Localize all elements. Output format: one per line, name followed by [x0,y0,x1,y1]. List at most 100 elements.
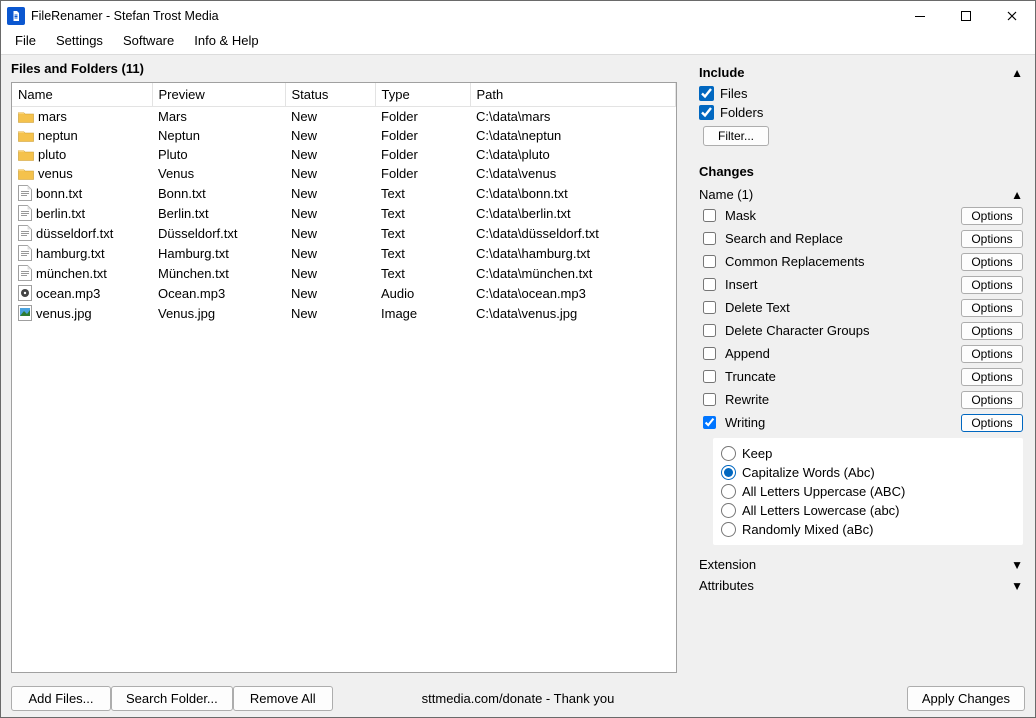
table-row[interactable]: düsseldorf.txtDüsseldorf.txtNewTextC:\da… [12,223,676,243]
options-button[interactable]: Options [961,322,1023,340]
table-row[interactable]: neptunNeptunNewFolderC:\data\neptun [12,126,676,145]
writing-radio-label: Capitalize Words (Abc) [742,465,875,480]
change-row-rewrite: RewriteOptions [699,388,1023,411]
col-status[interactable]: Status [285,83,375,107]
table-row[interactable]: berlin.txtBerlin.txtNewTextC:\data\berli… [12,203,676,223]
close-button[interactable] [989,1,1035,31]
writing-radio-label: All Letters Lowercase (abc) [742,503,900,518]
change-row-delete-character-groups: Delete Character GroupsOptions [699,319,1023,342]
file-path: C:\data\mars [470,107,676,127]
writing-radio[interactable] [721,465,736,480]
image-file-icon [18,305,32,321]
include-header[interactable]: Include ▲ [699,61,1023,84]
file-preview: München.txt [152,263,285,283]
writing-radio[interactable] [721,484,736,499]
filter-button[interactable]: Filter... [703,126,769,146]
file-type: Folder [375,145,470,164]
writing-radio[interactable] [721,522,736,537]
changes-title: Changes [699,164,754,179]
apply-changes-button[interactable]: Apply Changes [907,686,1025,711]
change-checkbox[interactable] [703,255,716,268]
change-row-truncate: Truncate Options [699,365,1023,388]
file-preview: Ocean.mp3 [152,283,285,303]
add-files-button[interactable]: Add Files... [11,686,111,711]
file-type: Text [375,203,470,223]
include-folders-checkbox[interactable] [699,105,714,120]
col-type[interactable]: Type [375,83,470,107]
remove-all-button[interactable]: Remove All [233,686,333,711]
options-button[interactable]: Options [961,207,1023,225]
file-name: venus [38,166,73,181]
options-button[interactable]: Options [961,345,1023,363]
options-button[interactable]: Options [961,253,1023,271]
menu-settings[interactable]: Settings [46,31,113,50]
options-button[interactable]: Options [961,391,1023,409]
menu-software[interactable]: Software [113,31,184,50]
writing-option: All Letters Uppercase (ABC) [721,482,1015,501]
writing-radio[interactable] [721,446,736,461]
search-folder-button[interactable]: Search Folder... [111,686,233,711]
change-checkbox[interactable] [703,301,716,314]
bottom-bar: Add Files... Search Folder... Remove All… [1,679,1035,717]
folder-icon [18,167,34,180]
options-button[interactable]: Options [961,368,1023,386]
attributes-subheader[interactable]: Attributes ▼ [699,574,1023,595]
minimize-button[interactable] [897,1,943,31]
file-path: C:\data\münchen.txt [470,263,676,283]
col-preview[interactable]: Preview [152,83,285,107]
table-row[interactable]: marsMarsNewFolderC:\data\mars [12,107,676,127]
file-path: C:\data\ocean.mp3 [470,283,676,303]
app-icon [7,7,25,25]
table-row[interactable]: münchen.txtMünchen.txtNewTextC:\data\mün… [12,263,676,283]
file-status: New [285,164,375,183]
change-checkbox[interactable] [703,416,716,429]
col-name[interactable]: Name [12,83,152,107]
change-checkbox[interactable] [703,370,716,383]
file-type: Text [375,183,470,203]
change-checkbox[interactable] [703,209,716,222]
name-subheader-label: Name (1) [699,187,753,202]
change-label: Truncate [725,369,955,384]
file-preview: Bonn.txt [152,183,285,203]
changes-header[interactable]: Changes [699,160,1023,183]
file-preview: Pluto [152,145,285,164]
table-row[interactable]: bonn.txtBonn.txtNewTextC:\data\bonn.txt [12,183,676,203]
options-button[interactable]: Options [961,414,1023,432]
writing-radio[interactable] [721,503,736,518]
extension-subheader[interactable]: Extension ▼ [699,553,1023,574]
name-subheader[interactable]: Name (1) ▲ [699,183,1023,204]
change-checkbox[interactable] [703,393,716,406]
change-checkbox[interactable] [703,232,716,245]
audio-file-icon [18,285,32,301]
maximize-button[interactable] [943,1,989,31]
include-files-checkbox[interactable] [699,86,714,101]
options-button[interactable]: Options [961,299,1023,317]
change-checkbox[interactable] [703,324,716,337]
table-row[interactable]: hamburg.txtHamburg.txtNewTextC:\data\ham… [12,243,676,263]
options-button[interactable]: Options [961,230,1023,248]
table-row[interactable]: venusVenusNewFolderC:\data\venus [12,164,676,183]
table-row[interactable]: ocean.mp3Ocean.mp3NewAudioC:\data\ocean.… [12,283,676,303]
change-checkbox[interactable] [703,278,716,291]
change-label: Writing [725,415,955,430]
options-button[interactable]: Options [961,276,1023,294]
change-row-writing: Writing Options [699,411,1023,434]
col-path[interactable]: Path [470,83,676,107]
change-checkbox[interactable] [703,347,716,360]
collapse-icon: ▲ [1011,188,1023,202]
file-name: hamburg.txt [36,246,105,261]
file-status: New [285,107,375,127]
file-preview: Venus.jpg [152,303,285,323]
change-label: Common Replacements [725,254,955,269]
table-row[interactable]: venus.jpgVenus.jpgNewImageC:\data\venus.… [12,303,676,323]
file-name: ocean.mp3 [36,286,100,301]
file-grid[interactable]: NamePreviewStatusTypePath marsMarsNewFol… [11,82,677,673]
table-row[interactable]: plutoPlutoNewFolderC:\data\pluto [12,145,676,164]
include-files-label: Files [720,86,747,101]
text-file-icon [18,265,32,281]
menu-info-help[interactable]: Info & Help [184,31,268,50]
file-status: New [285,145,375,164]
folder-icon [18,148,34,161]
menu-file[interactable]: File [5,31,46,50]
file-preview: Düsseldorf.txt [152,223,285,243]
